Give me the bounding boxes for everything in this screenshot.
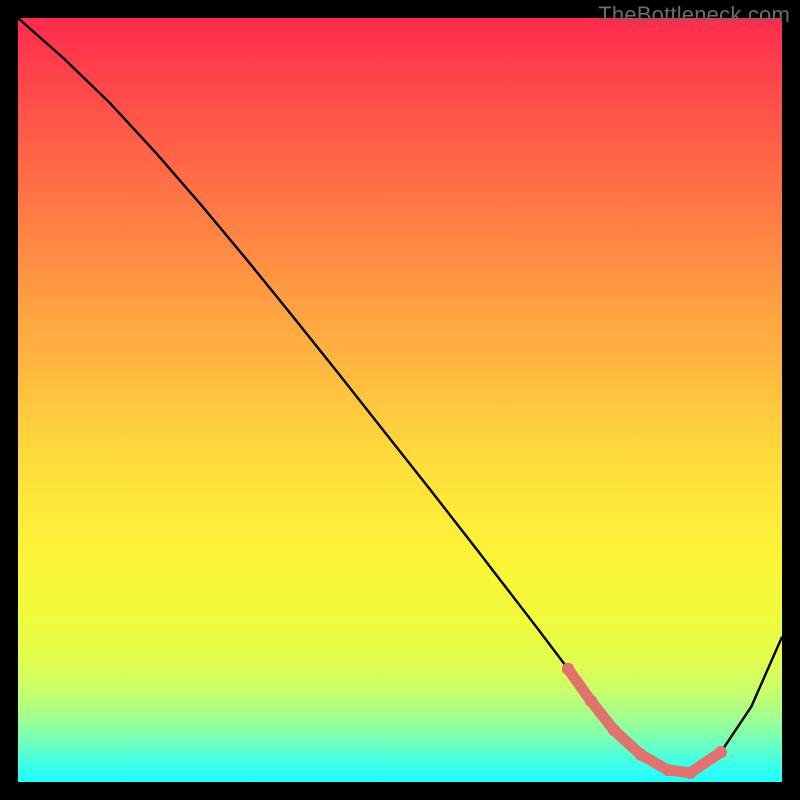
chart-plot-area <box>18 18 782 782</box>
highlight-dot <box>715 746 727 758</box>
chart-svg <box>18 18 782 782</box>
bottleneck-curve <box>18 18 782 773</box>
chart-stage: TheBottleneck.com <box>0 0 800 800</box>
highlight-dot <box>684 767 696 779</box>
highlight-dot <box>661 764 673 776</box>
highlight-dot <box>634 748 646 760</box>
watermark-label: TheBottleneck.com <box>598 2 790 28</box>
highlight-dot <box>562 663 574 675</box>
highlight-dot <box>608 724 620 736</box>
highlight-dot <box>585 695 597 707</box>
